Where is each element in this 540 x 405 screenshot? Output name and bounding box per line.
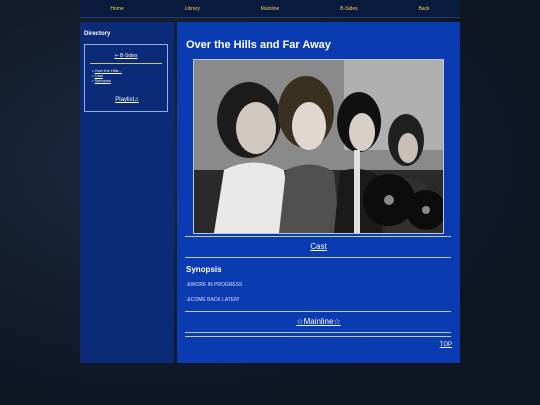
directory-divider xyxy=(90,63,162,64)
nav-mainline-link[interactable]: Mainline xyxy=(261,6,280,12)
divider xyxy=(185,332,451,333)
divider xyxy=(185,257,451,258)
page-title: Over the Hills and Far Away xyxy=(186,39,331,51)
playlist-link[interactable]: Playlist♫ xyxy=(80,97,174,103)
top-navigation-bar: Home Library Mainline B-Sides Back xyxy=(80,0,460,18)
bsides-back-link[interactable]: ⇐ B-Sides xyxy=(85,53,167,59)
nav-home-link[interactable]: Home xyxy=(110,6,123,12)
cast-link[interactable]: Cast xyxy=(177,242,460,251)
band-photo-image xyxy=(194,60,443,233)
nav-library-link[interactable]: Library xyxy=(185,6,200,12)
divider xyxy=(185,236,451,237)
mainline-link[interactable]: ☆Mainline☆ xyxy=(177,317,460,326)
sidebar: Directory ⇐ B-Sides Over the Hills... Ca… xyxy=(80,22,174,363)
nav-back-link[interactable]: Back xyxy=(418,6,429,12)
main-content: Over the Hills and Far Away Cast Synopsi… xyxy=(177,22,460,363)
divider xyxy=(185,336,451,337)
synopsis-heading: Synopsis xyxy=(186,265,222,274)
synopsis-line: :&WORK IN PROGRESS xyxy=(186,282,243,288)
synopsis-line: :&COME BACK LATER! xyxy=(186,297,240,303)
back-to-top-link[interactable]: TOP xyxy=(440,342,452,348)
directory-list: Over the Hills... Cast Synopsis xyxy=(92,68,122,83)
directory-item: Synopsis xyxy=(92,78,122,83)
band-photo xyxy=(193,59,444,234)
divider xyxy=(185,311,451,312)
nav-bsides-link[interactable]: B-Sides xyxy=(340,6,358,12)
directory-link-synopsis[interactable]: Synopsis xyxy=(95,78,111,83)
sidebar-title: Directory xyxy=(84,31,111,37)
